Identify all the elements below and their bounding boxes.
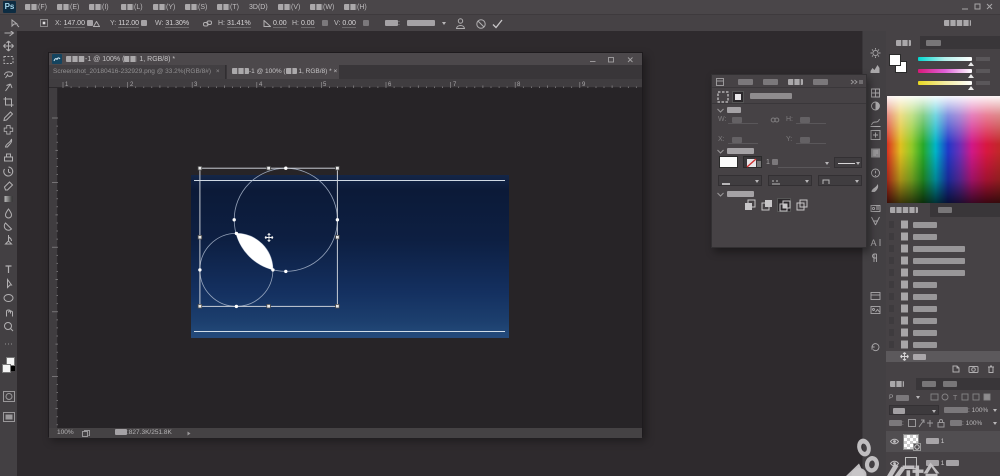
svg-text:T: T: [953, 395, 958, 401]
svg-text:A: A: [871, 238, 877, 248]
